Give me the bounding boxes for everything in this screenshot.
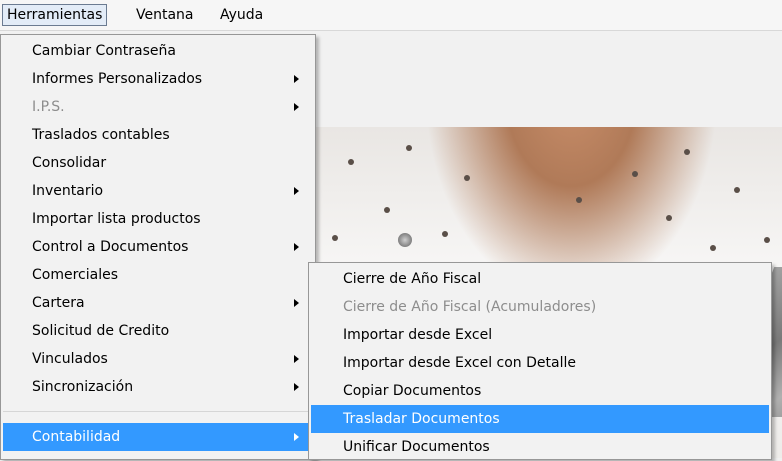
menu-item-label: Cambiar Contraseña: [32, 43, 176, 59]
submenu-item-label: Cierre de Año Fiscal (Acumuladores): [343, 299, 597, 315]
menu-item-consolidar[interactable]: Consolidar: [3, 149, 313, 177]
submenu-arrow-icon: [294, 243, 299, 251]
menu-item-importar-lista-productos[interactable]: Importar lista productos: [3, 205, 313, 233]
submenu-item-importar-excel-detalle[interactable]: Importar desde Excel con Detalle: [311, 349, 769, 377]
menu-item-cartera[interactable]: Cartera: [3, 289, 313, 317]
menu-bar: Herramientas Ventana Ayuda: [0, 0, 782, 31]
menu-herramientas[interactable]: Herramientas: [2, 4, 108, 26]
menu-item-label: I.P.S.: [32, 99, 65, 115]
menu-ayuda[interactable]: Ayuda: [216, 5, 267, 25]
menu-ventana[interactable]: Ventana: [132, 5, 198, 25]
submenu-arrow-icon: [294, 187, 299, 195]
menu-item-sincronizacion[interactable]: Sincronización: [3, 373, 313, 401]
menu-item-label: Solicitud de Credito: [32, 323, 170, 339]
menu-item-label: Informes Personalizados: [32, 71, 203, 87]
submenu-item-unificar-documentos[interactable]: Unificar Documentos: [311, 433, 769, 461]
submenu-item-label: Importar desde Excel: [343, 327, 493, 343]
menu-item-label: Consolidar: [32, 155, 107, 171]
menu-item-informes-personalizados[interactable]: Informes Personalizados: [3, 65, 313, 93]
menu-separator: [3, 411, 313, 412]
menu-item-ips: I.P.S.: [3, 93, 313, 121]
submenu-item-label: Copiar Documentos: [343, 383, 482, 399]
menu-item-vinculados[interactable]: Vinculados: [3, 345, 313, 373]
menu-item-label: Importar lista productos: [32, 211, 201, 227]
submenu-item-label: Importar desde Excel con Detalle: [343, 355, 576, 371]
submenu-item-cierre-ano-fiscal-acumuladores: Cierre de Año Fiscal (Acumuladores): [311, 293, 769, 321]
submenu-item-copiar-documentos[interactable]: Copiar Documentos: [311, 377, 769, 405]
submenu-arrow-icon: [294, 299, 299, 307]
menu-item-label: Traslados contables: [32, 127, 170, 143]
submenu-item-label: Trasladar Documentos: [343, 411, 500, 427]
submenu-arrow-icon: [294, 383, 299, 391]
menu-item-contabilidad[interactable]: Contabilidad: [3, 423, 313, 451]
menu-item-control-documentos[interactable]: Control a Documentos: [3, 233, 313, 261]
submenu-item-cierre-ano-fiscal[interactable]: Cierre de Año Fiscal: [311, 265, 769, 293]
submenu-item-importar-excel[interactable]: Importar desde Excel: [311, 321, 769, 349]
menu-item-label: Vinculados: [32, 351, 108, 367]
menu-item-label: Sincronización: [32, 379, 134, 395]
menu-item-label: Contabilidad: [32, 429, 121, 445]
submenu-arrow-icon: [294, 103, 299, 111]
menu-item-cambiar-contrasena[interactable]: Cambiar Contraseña: [3, 37, 313, 65]
submenu-item-label: Cierre de Año Fiscal: [343, 271, 482, 287]
herramientas-menu: Cambiar Contraseña Informes Personalizad…: [0, 34, 316, 460]
submenu-item-trasladar-documentos[interactable]: Trasladar Documentos: [311, 405, 769, 433]
menu-item-solicitud-credito[interactable]: Solicitud de Credito: [3, 317, 313, 345]
contabilidad-submenu: Cierre de Año Fiscal Cierre de Año Fisca…: [308, 262, 772, 460]
submenu-arrow-icon: [294, 433, 299, 441]
menu-item-label: Inventario: [32, 183, 104, 199]
menu-item-inventario[interactable]: Inventario: [3, 177, 313, 205]
shirt-button: [398, 233, 412, 247]
submenu-arrow-icon: [294, 355, 299, 363]
menu-item-label: Comerciales: [32, 267, 119, 283]
menu-item-traslados-contables[interactable]: Traslados contables: [3, 121, 313, 149]
submenu-item-label: Unificar Documentos: [343, 439, 490, 455]
menu-item-comerciales[interactable]: Comerciales: [3, 261, 313, 289]
menu-item-label: Control a Documentos: [32, 239, 189, 255]
menu-item-label: Cartera: [32, 295, 85, 311]
submenu-arrow-icon: [294, 75, 299, 83]
